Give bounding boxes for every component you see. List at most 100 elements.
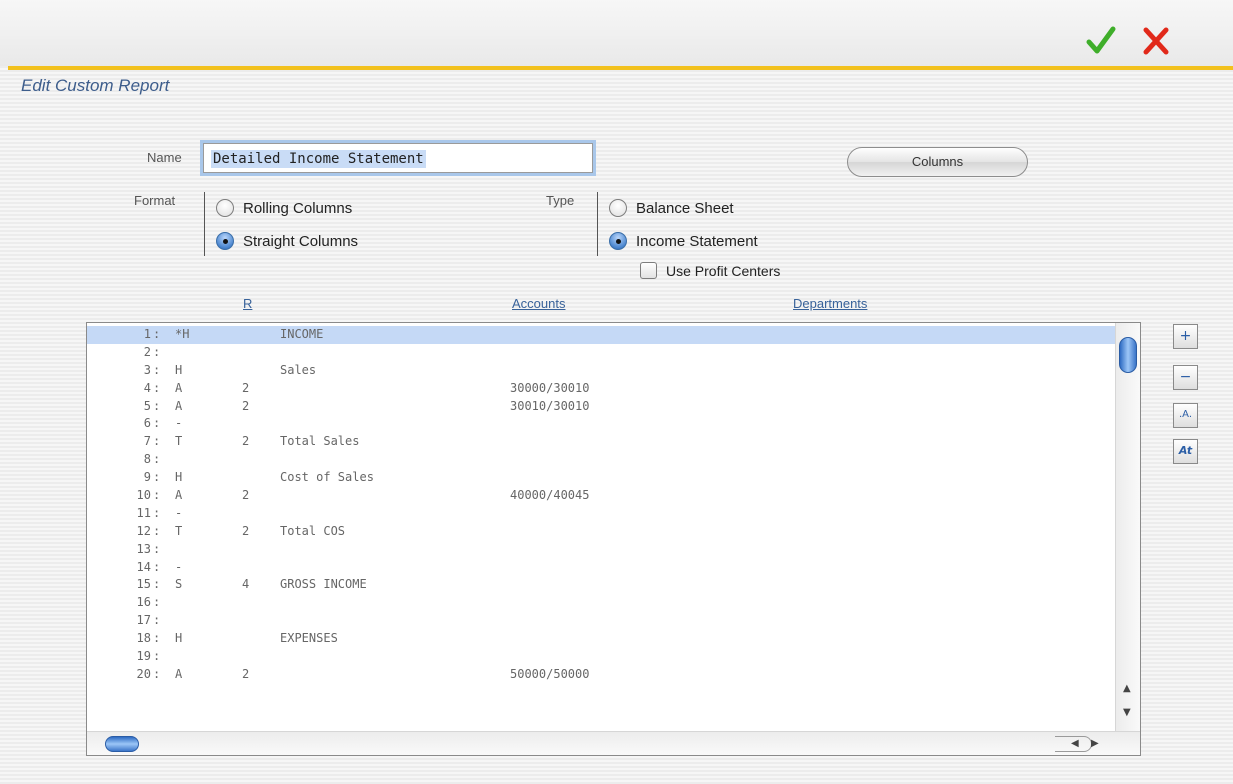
row-separator: :	[153, 434, 161, 449]
row-code: H	[175, 362, 183, 377]
table-row[interactable]: 12: T 2 Total COS	[87, 523, 1115, 541]
column-header-accounts[interactable]: Accounts	[512, 296, 565, 311]
row-number: 20	[136, 666, 151, 681]
table-row[interactable]: 3: H Sales	[87, 362, 1115, 380]
report-lines-list[interactable]: 1: *H INCOME 2:3: H Sales 4: A 2 30000/30010 5: A 2 3…	[86, 322, 1141, 756]
row-separator: :	[153, 327, 161, 341]
radio-on-icon	[609, 232, 627, 250]
ok-button[interactable]	[1086, 24, 1116, 58]
row-number: 11	[136, 505, 151, 520]
vertical-scrollbar[interactable]: ▲ ▼	[1115, 323, 1140, 731]
row-separator: :	[153, 541, 161, 556]
table-row[interactable]: 7: T 2 Total Sales	[87, 433, 1115, 451]
table-row[interactable]: 1: *H INCOME	[87, 326, 1115, 344]
row-code: *H	[175, 327, 190, 341]
table-row[interactable]: 5: A 2 30010/30010	[87, 398, 1115, 416]
report-name-input[interactable]: Detailed Income Statement	[200, 140, 596, 176]
type-balance-sheet-radio[interactable]: Balance Sheet	[609, 199, 734, 217]
row-number: 17	[136, 613, 151, 628]
row-separator: :	[153, 398, 161, 413]
format-rolling-columns-label: Rolling Columns	[243, 199, 353, 217]
row-separator: :	[153, 380, 161, 395]
top-toolbar	[0, 0, 1233, 66]
close-x-icon	[1143, 27, 1169, 55]
table-row[interactable]: 14: -	[87, 559, 1115, 577]
page-title: Edit Custom Report	[21, 76, 170, 95]
horizontal-scrollbar[interactable]: ◀ ▶	[87, 731, 1140, 755]
row-separator: :	[153, 613, 161, 628]
use-profit-centers-label: Use Profit Centers	[666, 262, 781, 279]
columns-button[interactable]: Columns	[847, 147, 1028, 177]
row-r-value: 2	[242, 380, 250, 395]
row-separator: :	[153, 416, 161, 431]
row-code: T	[175, 434, 183, 449]
row-code: A	[175, 666, 183, 681]
row-r-value: 2	[242, 666, 250, 681]
row-number: 16	[136, 595, 151, 610]
report-lines-rows: 1: *H INCOME 2:3: H Sales 4: A 2 30000/30010 5: A 2 3…	[87, 326, 1115, 684]
row-description: Sales	[280, 362, 317, 377]
row-number: 18	[136, 631, 151, 646]
row-description: EXPENSES	[280, 631, 338, 646]
row-separator: :	[153, 505, 161, 520]
table-row[interactable]: 20: A 2 50000/50000	[87, 666, 1115, 684]
row-code: S	[175, 577, 183, 592]
format-a-button[interactable]: .A.	[1173, 403, 1198, 428]
add-row-button[interactable]: +	[1173, 324, 1198, 349]
vertical-scroll-thumb[interactable]	[1119, 337, 1137, 373]
row-code: A	[175, 380, 183, 395]
cancel-button[interactable]	[1141, 24, 1171, 58]
row-r-value: 2	[242, 398, 250, 413]
table-row[interactable]: 16:	[87, 594, 1115, 612]
scroll-up-arrow-icon[interactable]: ▲	[1123, 683, 1131, 694]
table-row[interactable]: 17:	[87, 612, 1115, 630]
table-row[interactable]: 11: -	[87, 505, 1115, 523]
row-code: T	[175, 523, 183, 538]
row-r-value: 2	[242, 488, 250, 503]
table-row[interactable]: 18: H EXPENSES	[87, 630, 1115, 648]
radio-off-icon	[609, 199, 627, 217]
table-row[interactable]: 13:	[87, 541, 1115, 559]
table-row[interactable]: 15: S 4 GROSS INCOME	[87, 576, 1115, 594]
column-header-r[interactable]: R	[243, 296, 252, 311]
radio-on-icon	[216, 232, 234, 250]
format-straight-columns-radio[interactable]: Straight Columns	[216, 232, 358, 250]
row-separator: :	[153, 577, 161, 592]
format-at-button[interactable]: At	[1173, 439, 1198, 464]
type-income-statement-radio[interactable]: Income Statement	[609, 232, 758, 250]
format-rolling-columns-radio[interactable]: Rolling Columns	[216, 199, 352, 217]
row-code: -	[175, 505, 183, 520]
table-row[interactable]: 19:	[87, 648, 1115, 666]
row-number: 13	[136, 541, 151, 556]
row-number: 10	[136, 488, 151, 503]
scroll-down-arrow-icon[interactable]: ▼	[1123, 707, 1131, 718]
table-row[interactable]: 8:	[87, 451, 1115, 469]
row-code: -	[175, 416, 183, 431]
checkmark-icon	[1086, 26, 1116, 54]
table-row[interactable]: 4: A 2 30000/30010	[87, 380, 1115, 398]
row-number: 6	[143, 416, 151, 431]
row-description: GROSS INCOME	[280, 577, 367, 592]
accent-divider	[8, 66, 1233, 70]
type-label: Type	[546, 193, 575, 208]
horizontal-scroll-thumb[interactable]	[105, 736, 139, 752]
checkbox-icon	[640, 262, 657, 279]
row-accounts: 30000/30010	[510, 380, 590, 395]
table-row[interactable]: 10: A 2 40000/40045	[87, 487, 1115, 505]
table-row[interactable]: 2:	[87, 344, 1115, 362]
use-profit-centers-checkbox[interactable]: Use Profit Centers	[640, 262, 780, 279]
row-code: H	[175, 470, 183, 485]
remove-row-button[interactable]: −	[1173, 365, 1198, 390]
row-separator: :	[153, 649, 161, 664]
row-code: -	[175, 559, 183, 574]
table-row[interactable]: 9: H Cost of Sales	[87, 469, 1115, 487]
type-divider	[597, 192, 598, 256]
scroll-right-arrow-icon[interactable]: ▶	[1091, 738, 1099, 749]
row-number: 4	[143, 380, 151, 395]
row-separator: :	[153, 595, 161, 610]
scroll-left-arrow-icon[interactable]: ◀	[1071, 738, 1079, 749]
row-number: 8	[143, 452, 151, 467]
column-header-departments[interactable]: Departments	[793, 296, 867, 311]
table-row[interactable]: 6:-	[87, 415, 1115, 433]
row-accounts: 30010/30010	[510, 398, 590, 413]
